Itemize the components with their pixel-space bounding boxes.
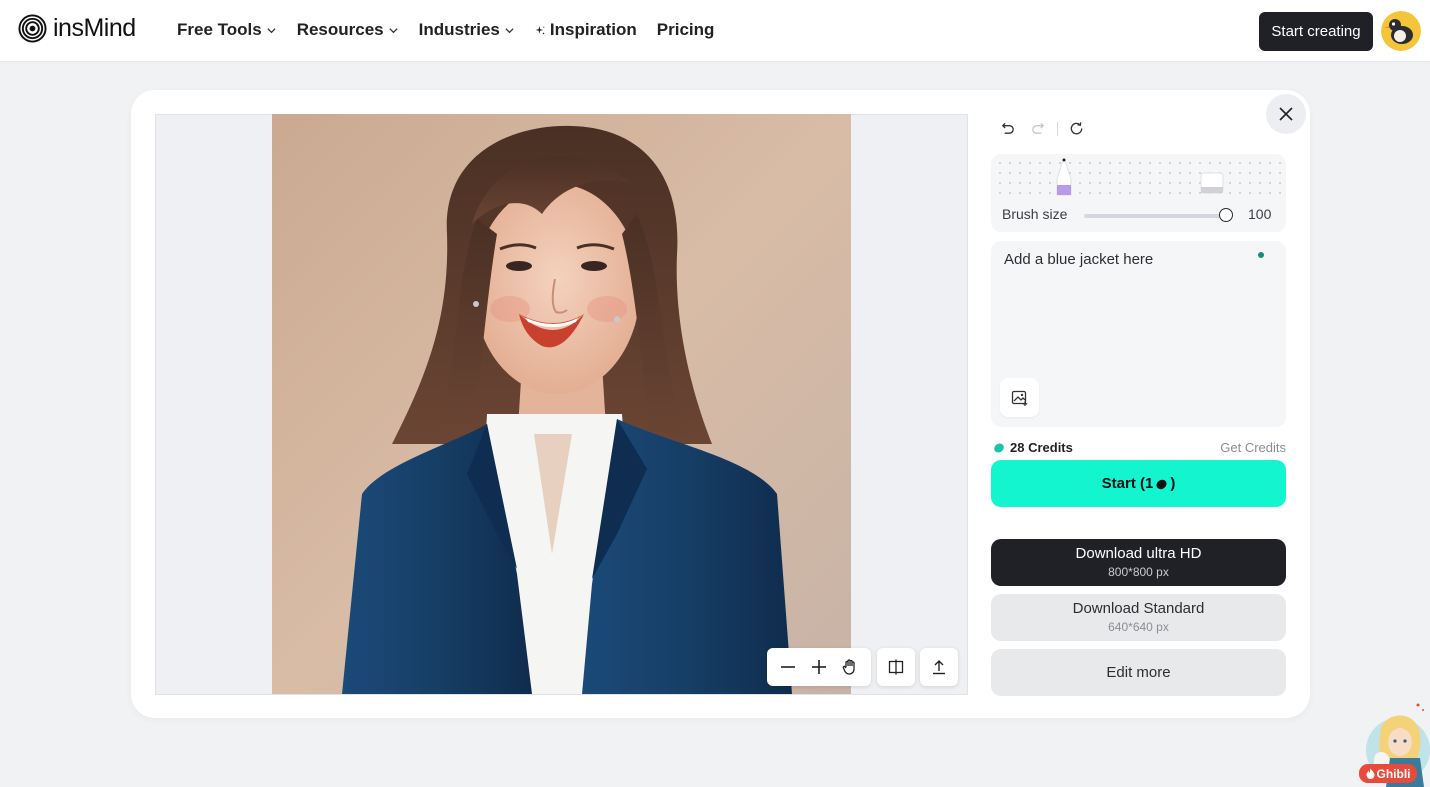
chevron-down-icon xyxy=(505,27,514,33)
credit-drop-icon xyxy=(1156,479,1167,489)
hand-pan-icon[interactable] xyxy=(841,658,859,676)
user-avatar[interactable] xyxy=(1381,11,1421,51)
nav-free-tools[interactable]: Free Tools xyxy=(177,18,277,42)
brush-size-value: 100 xyxy=(1248,206,1272,222)
add-reference-image-button[interactable] xyxy=(1000,378,1039,417)
chevron-down-icon xyxy=(389,27,398,33)
start-creating-button[interactable]: Start creating xyxy=(1259,12,1373,51)
get-credits-link[interactable]: Get Credits xyxy=(1220,440,1286,455)
nav-resources-label: Resources xyxy=(296,20,384,39)
credits-row: 28 Credits Get Credits xyxy=(991,439,1286,457)
ghibli-badge-label: Ghibli xyxy=(1376,766,1411,781)
image-add-icon xyxy=(1011,390,1027,406)
undo-icon[interactable] xyxy=(999,120,1016,137)
credit-drop-icon xyxy=(994,443,1004,453)
export-button[interactable] xyxy=(920,648,958,686)
flame-icon xyxy=(1366,768,1374,779)
brand-logo[interactable]: insMind xyxy=(18,14,136,43)
nav-industries[interactable]: Industries xyxy=(419,18,515,42)
close-button[interactable] xyxy=(1266,94,1306,134)
brush-panel: Brush size 100 xyxy=(991,154,1286,232)
history-toolbar xyxy=(999,120,1099,137)
nav-pricing[interactable]: Pricing xyxy=(657,18,715,42)
credits-balance: 28 Credits xyxy=(1010,440,1073,455)
nav-pricing-label: Pricing xyxy=(656,20,715,39)
brush-size-label: Brush size xyxy=(1002,206,1068,222)
eraser-icon[interactable] xyxy=(1200,172,1224,194)
nav-resources[interactable]: Resources xyxy=(297,18,399,42)
start-generate-button[interactable]: Start (1 ) xyxy=(991,460,1286,507)
top-navbar: insMind Free Tools Resources Industries … xyxy=(0,0,1430,62)
brush-tool-strip xyxy=(991,154,1286,200)
nav-inspiration[interactable]: Inspiration xyxy=(535,18,637,42)
insmind-logo-icon xyxy=(18,14,47,43)
compare-button[interactable] xyxy=(877,648,915,686)
zoom-out-icon[interactable] xyxy=(779,658,797,676)
brush-size-slider-track[interactable] xyxy=(1084,214,1225,218)
download-hd-title: Download ultra HD xyxy=(1075,545,1202,562)
zoom-toolbar xyxy=(767,648,871,686)
download-standard-size: 640*640 px xyxy=(1108,620,1169,634)
reset-icon[interactable] xyxy=(1068,120,1085,137)
chevron-down-icon xyxy=(267,27,276,33)
nav-free-tools-label: Free Tools xyxy=(177,20,262,39)
zoom-in-icon[interactable] xyxy=(810,658,828,676)
prompt-panel xyxy=(991,241,1286,427)
avatar-bird-icon xyxy=(1381,11,1421,51)
download-standard-button[interactable]: Download Standard 640*640 px xyxy=(991,594,1286,641)
prompt-input[interactable] xyxy=(1004,251,1254,275)
sparkle-icon xyxy=(535,25,545,34)
brand-name: insMind xyxy=(53,14,136,42)
brush-pen-icon[interactable] xyxy=(1055,157,1073,197)
download-ultra-hd-button[interactable]: Download ultra HD 800*800 px xyxy=(991,539,1286,586)
start-label: Start (1 xyxy=(1101,475,1154,492)
main-nav: Free Tools Resources Industries Inspirat… xyxy=(177,18,734,42)
history-divider xyxy=(1057,121,1058,136)
nav-inspiration-label: Inspiration xyxy=(549,20,637,39)
compare-split-icon xyxy=(888,659,904,675)
download-standard-title: Download Standard xyxy=(1072,600,1205,617)
edit-more-button[interactable]: Edit more xyxy=(991,649,1286,696)
start-label-close: ) xyxy=(1170,475,1176,492)
close-icon xyxy=(1279,107,1293,121)
ghibli-badge[interactable]: Ghibli xyxy=(1359,764,1417,783)
upload-arrow-icon xyxy=(933,660,945,675)
portrait-image xyxy=(272,114,851,694)
nav-industries-label: Industries xyxy=(418,20,500,39)
brush-size-slider-thumb[interactable] xyxy=(1219,208,1233,222)
download-hd-size: 800*800 px xyxy=(1108,565,1169,579)
edited-photo[interactable] xyxy=(272,114,851,694)
redo-icon[interactable] xyxy=(1030,120,1047,137)
status-dot xyxy=(1258,252,1264,258)
